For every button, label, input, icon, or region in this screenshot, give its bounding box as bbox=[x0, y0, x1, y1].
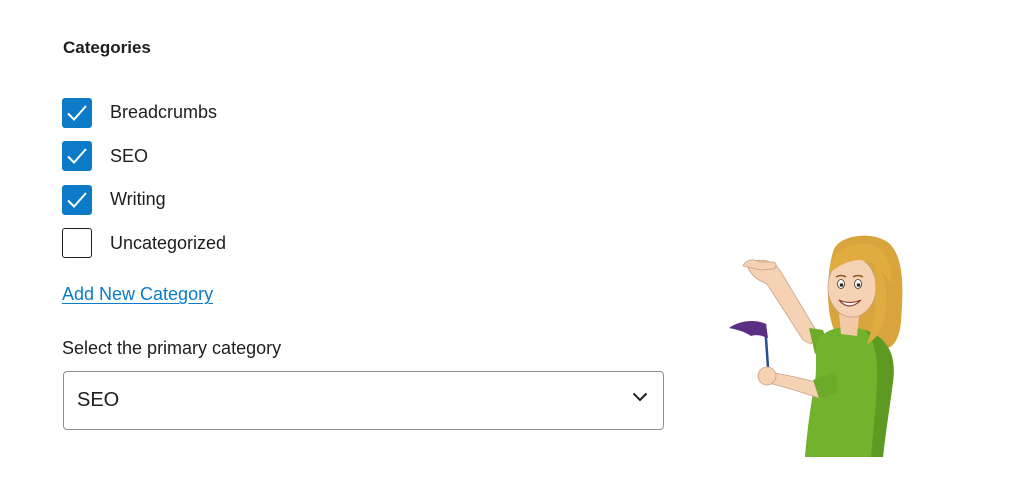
woman-with-flag-illustration bbox=[729, 235, 903, 457]
checkbox-seo[interactable] bbox=[62, 141, 92, 172]
category-label: Uncategorized bbox=[110, 232, 227, 253]
checkbox-writing[interactable] bbox=[62, 184, 92, 215]
add-new-category-link[interactable]: Add New Category bbox=[62, 284, 213, 305]
category-label: SEO bbox=[110, 145, 149, 166]
checkmark-icon bbox=[67, 105, 87, 121]
checkbox-breadcrumbs[interactable] bbox=[62, 97, 92, 128]
checkmark-icon bbox=[67, 148, 87, 165]
category-item-seo[interactable]: SEO bbox=[62, 135, 226, 179]
checkbox-uncategorized[interactable] bbox=[62, 228, 92, 259]
category-label: Breadcrumbs bbox=[110, 102, 218, 123]
category-checkbox-list: Breadcrumbs SEO Writing Uncategorized bbox=[62, 91, 226, 265]
category-item-breadcrumbs[interactable]: Breadcrumbs bbox=[62, 91, 226, 135]
category-label: Writing bbox=[110, 189, 166, 210]
chevron-down-icon bbox=[632, 392, 648, 402]
category-item-writing[interactable]: Writing bbox=[62, 178, 226, 222]
category-item-uncategorized[interactable]: Uncategorized bbox=[62, 222, 226, 266]
primary-category-label: Select the primary category bbox=[62, 338, 282, 358]
selected-category-value: SEO bbox=[77, 389, 120, 411]
primary-category-select[interactable]: SEO bbox=[63, 371, 664, 430]
categories-heading: Categories bbox=[63, 38, 151, 57]
checkmark-icon bbox=[67, 192, 87, 208]
